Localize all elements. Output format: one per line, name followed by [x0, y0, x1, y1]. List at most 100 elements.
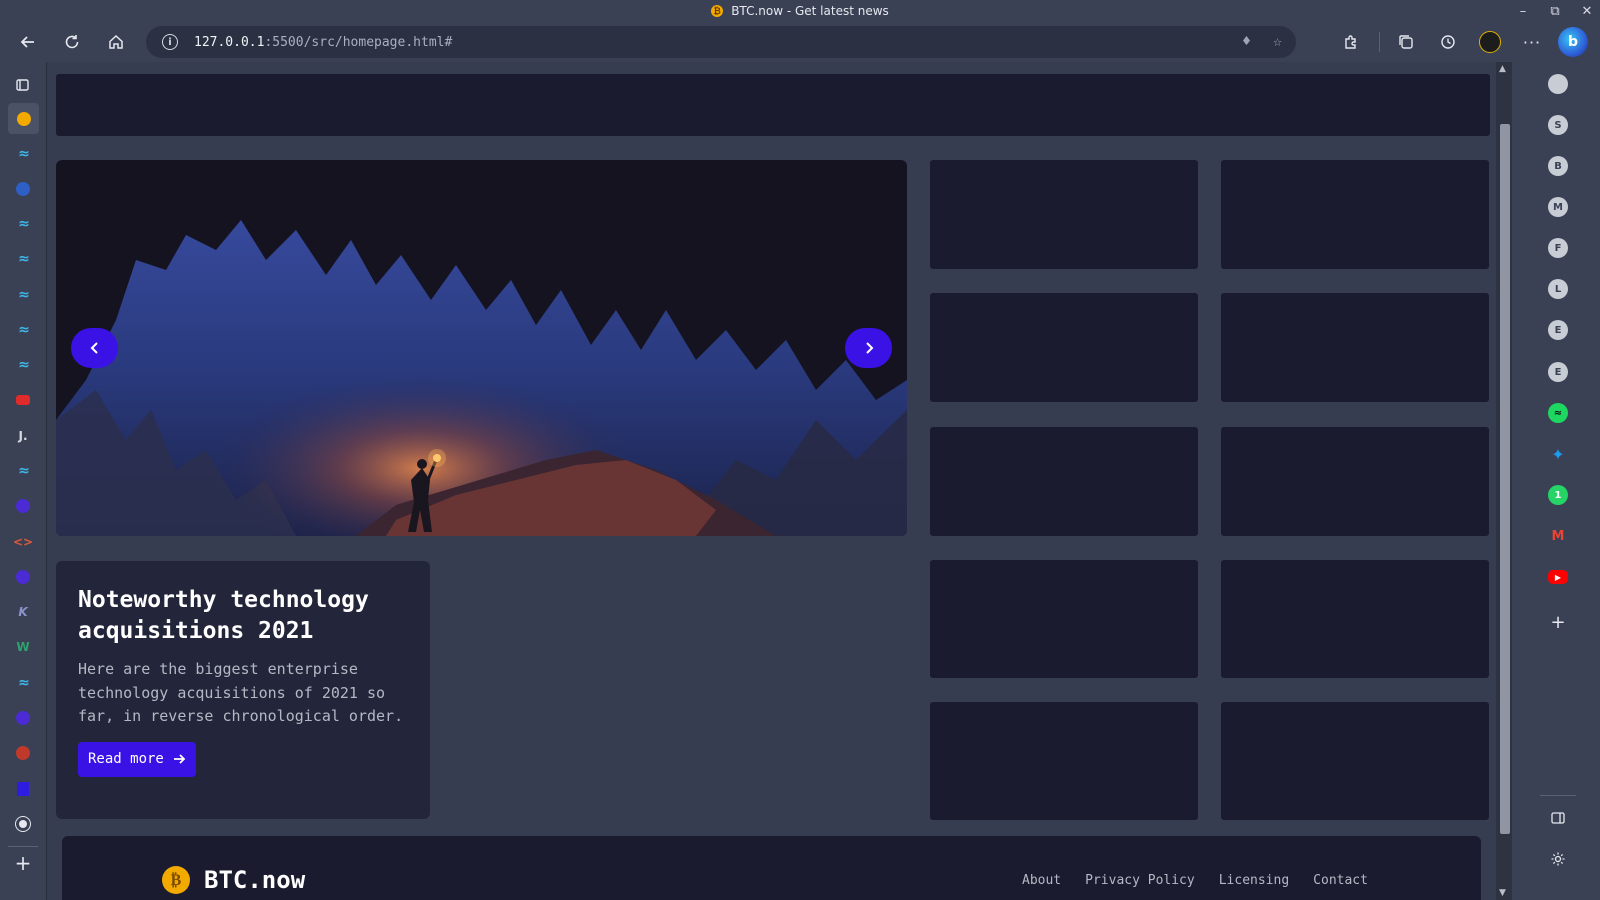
- news-tile[interactable]: [1221, 427, 1489, 536]
- j-icon[interactable]: J.: [12, 425, 34, 447]
- sidebar-app-e[interactable]: E: [1548, 362, 1568, 382]
- tailwind-icon[interactable]: ≈: [12, 672, 34, 694]
- sidebar-app-m[interactable]: M: [1548, 197, 1568, 217]
- bitcoin-tab-icon[interactable]: [8, 103, 39, 134]
- sidebar-app-f[interactable]: F: [1548, 238, 1568, 258]
- add-icon[interactable]: +: [1548, 612, 1568, 633]
- add-icon[interactable]: +: [12, 851, 34, 875]
- back-arrow-icon: [20, 36, 34, 48]
- split-screen-icon[interactable]: [1548, 808, 1568, 828]
- sidebar-app-l[interactable]: L: [1548, 279, 1568, 299]
- tab-actions-icon[interactable]: [12, 74, 34, 96]
- news-tile[interactable]: [930, 702, 1198, 820]
- header-placeholder: [56, 74, 1490, 136]
- shield-icon[interactable]: [12, 495, 34, 517]
- puzzle-icon: [1345, 35, 1356, 49]
- back-button[interactable]: [12, 26, 44, 58]
- browser-toolbar: i 127.0.0.1 :5500/src/homepage.html# ♦ ☆…: [0, 22, 1600, 62]
- home-icon: [109, 34, 123, 49]
- helmet-icon[interactable]: [12, 742, 34, 764]
- extensions-button[interactable]: [1335, 26, 1367, 58]
- tailwind-icon[interactable]: ≈: [12, 143, 34, 165]
- whatsapp-icon[interactable]: 1: [1548, 485, 1568, 505]
- collections-button[interactable]: [1390, 26, 1422, 58]
- site-info-icon[interactable]: i: [162, 34, 178, 50]
- collections-icon: [1399, 35, 1413, 49]
- reload-button[interactable]: [56, 26, 88, 58]
- tailwind-icon[interactable]: ≈: [12, 319, 34, 341]
- avatar: [1479, 31, 1501, 53]
- settings-icon[interactable]: [1548, 849, 1568, 869]
- footer-brand[interactable]: ₿ BTC.now: [162, 866, 305, 894]
- footer-links: About Privacy Policy Licensing Contact: [1022, 873, 1368, 888]
- read-more-button[interactable]: Read more: [78, 741, 196, 777]
- carousel-next-button[interactable]: [845, 328, 892, 368]
- sidebar-app-icon[interactable]: [1548, 74, 1568, 94]
- news-tile[interactable]: [1221, 293, 1489, 402]
- tailwind-icon[interactable]: ≈: [12, 248, 34, 270]
- reload-icon: [65, 35, 79, 49]
- news-tile[interactable]: [930, 160, 1198, 269]
- news-tile[interactable]: [930, 427, 1198, 536]
- restore-icon[interactable]: ⧉: [1548, 4, 1562, 19]
- footer-link-contact[interactable]: Contact: [1313, 873, 1368, 888]
- news-tile[interactable]: [930, 560, 1198, 678]
- scrollbar-thumb[interactable]: [1500, 124, 1510, 834]
- article-title: Noteworthy technology acquisitions 2021: [78, 587, 369, 644]
- tailwind-icon[interactable]: ≈: [12, 284, 34, 306]
- footer-link-licensing[interactable]: Licensing: [1219, 873, 1289, 888]
- chevron-left-icon: [90, 342, 98, 354]
- news-tile[interactable]: [1221, 160, 1489, 269]
- sidebar-divider: [1540, 795, 1576, 796]
- sidebar-app-e[interactable]: E: [1548, 320, 1568, 340]
- chevron-right-icon: [865, 342, 873, 354]
- address-bar[interactable]: i 127.0.0.1 :5500/src/homepage.html# ♦ ☆: [146, 26, 1296, 58]
- footer-link-about[interactable]: About: [1022, 873, 1061, 888]
- scroll-up-icon[interactable]: ▲: [1499, 64, 1506, 74]
- flag-icon[interactable]: [12, 778, 34, 800]
- news-tile[interactable]: [1221, 702, 1489, 820]
- sidebar-app-b[interactable]: B: [1548, 156, 1568, 176]
- close-icon[interactable]: ✕: [1580, 4, 1594, 19]
- toolbar-divider: [1379, 32, 1380, 52]
- more-menu-button[interactable]: ···: [1516, 26, 1548, 58]
- carousel-prev-button[interactable]: [71, 328, 118, 368]
- footer-link-privacy[interactable]: Privacy Policy: [1085, 873, 1195, 888]
- globe-icon[interactable]: [12, 178, 34, 200]
- profile-button[interactable]: [1474, 26, 1506, 58]
- gmail-icon[interactable]: M: [1548, 526, 1568, 546]
- url-host: 127.0.0.1: [194, 34, 265, 50]
- brand-name: BTC.now: [204, 866, 306, 894]
- article-summary: Here are the biggest enterprise technolo…: [78, 660, 404, 725]
- youtube-icon[interactable]: [12, 389, 34, 411]
- sidebar-app-s[interactable]: S: [1548, 115, 1568, 135]
- shield-icon[interactable]: [12, 566, 34, 588]
- page-viewport: Noteworthy technology acquisitions 2021 …: [47, 62, 1512, 900]
- page-scrollbar[interactable]: ▲ ▼: [1496, 62, 1512, 900]
- window-controls: – ⧉ ✕: [1516, 0, 1594, 22]
- bing-copilot-icon[interactable]: b: [1558, 27, 1588, 57]
- add-favorite-icon[interactable]: ☆: [1273, 32, 1282, 50]
- history-icon: [1441, 35, 1455, 49]
- w-icon[interactable]: W: [12, 636, 34, 658]
- twitter-icon[interactable]: ✦: [1548, 444, 1568, 464]
- minimize-icon[interactable]: –: [1516, 4, 1530, 19]
- shield-icon[interactable]: [12, 707, 34, 729]
- article-card: Noteworthy technology acquisitions 2021 …: [56, 561, 430, 819]
- youtube-icon[interactable]: ▶: [1548, 570, 1568, 584]
- news-tile[interactable]: [1221, 560, 1489, 678]
- tag-icon[interactable]: ♦: [1242, 32, 1251, 50]
- tailwind-icon[interactable]: ≈: [12, 460, 34, 482]
- scroll-down-icon[interactable]: ▼: [1499, 888, 1506, 898]
- window-titlebar: ₿ BTC.now - Get latest news – ⧉ ✕: [0, 0, 1600, 22]
- tailwind-icon[interactable]: ≈: [12, 354, 34, 376]
- news-tile[interactable]: [930, 293, 1198, 402]
- wordpress-icon[interactable]: [12, 813, 34, 835]
- spotify-icon[interactable]: ≈: [1548, 403, 1568, 423]
- history-button[interactable]: [1432, 26, 1464, 58]
- code-icon[interactable]: <>: [12, 531, 34, 553]
- sidebar-divider: [8, 846, 38, 847]
- k-icon[interactable]: K: [12, 601, 34, 623]
- home-button[interactable]: [100, 26, 132, 58]
- tailwind-icon[interactable]: ≈: [12, 213, 34, 235]
